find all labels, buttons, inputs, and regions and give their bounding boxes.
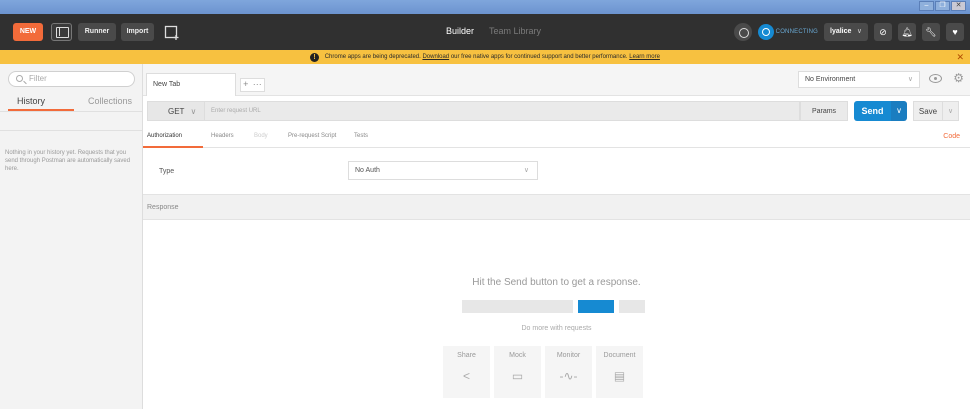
- tab-history[interactable]: History: [17, 96, 45, 106]
- document-icon: ▤: [613, 369, 626, 383]
- params-button[interactable]: Params: [800, 101, 848, 121]
- search-icon: [16, 75, 23, 82]
- chevron-down-icon: ∨: [856, 28, 862, 35]
- banner-learn-more-link[interactable]: Learn more: [629, 54, 660, 60]
- tab-builder[interactable]: Builder: [446, 26, 474, 36]
- new-window-icon[interactable]: [164, 24, 182, 41]
- import-button[interactable]: Import: [121, 23, 154, 41]
- auth-type-select[interactable]: No Auth ∨: [348, 161, 538, 180]
- banner-close-icon[interactable]: ✕: [956, 50, 964, 64]
- save-options-button[interactable]: ∨: [943, 101, 959, 121]
- placeholder-bar: [619, 300, 645, 313]
- window-title-bar: – ❐ ✕: [0, 0, 970, 14]
- method-value: GET: [168, 107, 185, 116]
- more-tabs-button[interactable]: ···: [253, 79, 262, 91]
- sidebar: Filter History Collections Nothing in yo…: [0, 64, 143, 409]
- heart-icon[interactable]: ♥: [946, 23, 964, 41]
- history-empty-message: Nothing in your history yet. Requests th…: [5, 150, 131, 172]
- document-label: Document: [603, 352, 636, 359]
- tab-headers[interactable]: Headers: [211, 133, 234, 139]
- placeholder-send-bar: [578, 300, 614, 313]
- share-label: Share: [457, 352, 476, 359]
- minimize-button[interactable]: –: [919, 1, 934, 11]
- chevron-down-icon: ∨: [907, 76, 913, 83]
- tab-actions: + ···: [240, 78, 265, 92]
- authorization-panel: Type No Auth ∨: [143, 148, 970, 194]
- settings-wrench-icon[interactable]: 🔧︎: [922, 23, 940, 41]
- filter-placeholder: Filter: [29, 74, 47, 83]
- mock-label: Mock: [509, 352, 526, 359]
- environment-value: No Environment: [805, 76, 856, 83]
- document-card[interactable]: Document ▤: [596, 346, 643, 398]
- tab-collections[interactable]: Collections: [88, 96, 132, 106]
- gear-icon[interactable]: ⚙: [953, 71, 964, 85]
- share-card[interactable]: Share <: [443, 346, 490, 398]
- banner-text-before: Chrome apps are being deprecated.: [324, 54, 421, 60]
- placeholder-bar: [462, 300, 573, 313]
- filter-input[interactable]: Filter: [8, 71, 135, 87]
- top-toolbar: NEW Runner Import Builder Team Library C…: [0, 14, 970, 50]
- mock-card[interactable]: Mock ▭: [494, 346, 541, 398]
- request-tab-strip: New Tab + ··· No Environment ∨ ⚙: [143, 64, 970, 96]
- interceptor-icon[interactable]: [733, 23, 752, 41]
- window-controls: – ❐ ✕: [919, 1, 966, 11]
- chevron-down-icon: ∨: [523, 167, 529, 174]
- banner-text-middle: our free native apps for continued suppo…: [450, 54, 628, 60]
- monitor-icon: -∿-: [559, 369, 578, 383]
- user-name: lyalice: [830, 28, 852, 35]
- new-button[interactable]: NEW: [13, 23, 43, 41]
- request-sub-tabs: Authorization Headers Body Pre-request S…: [143, 126, 970, 148]
- warning-icon: !: [310, 53, 320, 62]
- send-options-button[interactable]: ∨: [891, 101, 907, 121]
- environment-select[interactable]: No Environment ∨: [798, 71, 920, 88]
- environment-quick-look-icon[interactable]: [929, 74, 942, 83]
- code-link[interactable]: Code: [943, 133, 960, 140]
- monitor-label: Monitor: [556, 352, 581, 359]
- tab-pre-request-script[interactable]: Pre-request Script: [288, 133, 336, 139]
- user-menu[interactable]: lyalice ∨: [824, 23, 868, 41]
- add-tab-button[interactable]: +: [243, 79, 248, 91]
- runner-button[interactable]: Runner: [78, 23, 116, 41]
- url-input[interactable]: Enter request URL: [205, 101, 800, 121]
- request-url-bar: GET ∨ Enter request URL Params Send ∨ Sa…: [143, 96, 970, 126]
- toggle-sidebar-button[interactable]: [51, 23, 72, 41]
- more-with-requests-title: Do more with requests: [521, 325, 592, 332]
- tab-tests[interactable]: Tests: [354, 133, 368, 139]
- maximize-button[interactable]: ❐: [935, 1, 950, 11]
- response-label: Response: [147, 204, 179, 211]
- tab-authorization[interactable]: Authorization: [147, 133, 182, 139]
- request-tab[interactable]: New Tab: [146, 73, 236, 96]
- empty-response-title: Hit the Send button to get a response.: [472, 277, 641, 288]
- notifications-bell-icon[interactable]: 🔔︎: [898, 23, 916, 41]
- feature-cards: Share < Mock ▭ Monitor -∿- Document ▤: [443, 346, 643, 398]
- save-button[interactable]: Save: [913, 101, 943, 121]
- chevron-down-icon: ∨: [190, 107, 197, 116]
- auth-type-value: No Auth: [355, 167, 380, 174]
- monitor-card[interactable]: Monitor -∿-: [545, 346, 592, 398]
- banner-download-link[interactable]: Download: [422, 54, 449, 60]
- tab-body[interactable]: Body: [254, 133, 268, 139]
- sync-status-text: CONNECTING: [775, 29, 818, 35]
- method-select[interactable]: GET ∨: [147, 101, 205, 121]
- deprecation-banner: ! Chrome apps are being deprecated. Down…: [0, 50, 970, 64]
- mock-icon: ▭: [511, 369, 524, 383]
- toolbar-right-group: CONNECTING lyalice ∨ ⊘ 🔔︎ 🔧︎ ♥: [733, 23, 964, 41]
- send-button[interactable]: Send: [854, 101, 891, 121]
- close-window-button[interactable]: ✕: [951, 1, 966, 11]
- auth-type-label: Type: [159, 168, 175, 175]
- response-header: Response: [143, 194, 970, 220]
- divider: [0, 130, 142, 131]
- share-icon: <: [462, 369, 470, 383]
- sync-status-icon[interactable]: [757, 24, 774, 40]
- satellite-icon[interactable]: ⊘: [874, 23, 892, 41]
- tab-team-library[interactable]: Team Library: [489, 26, 541, 36]
- divider: [0, 111, 142, 112]
